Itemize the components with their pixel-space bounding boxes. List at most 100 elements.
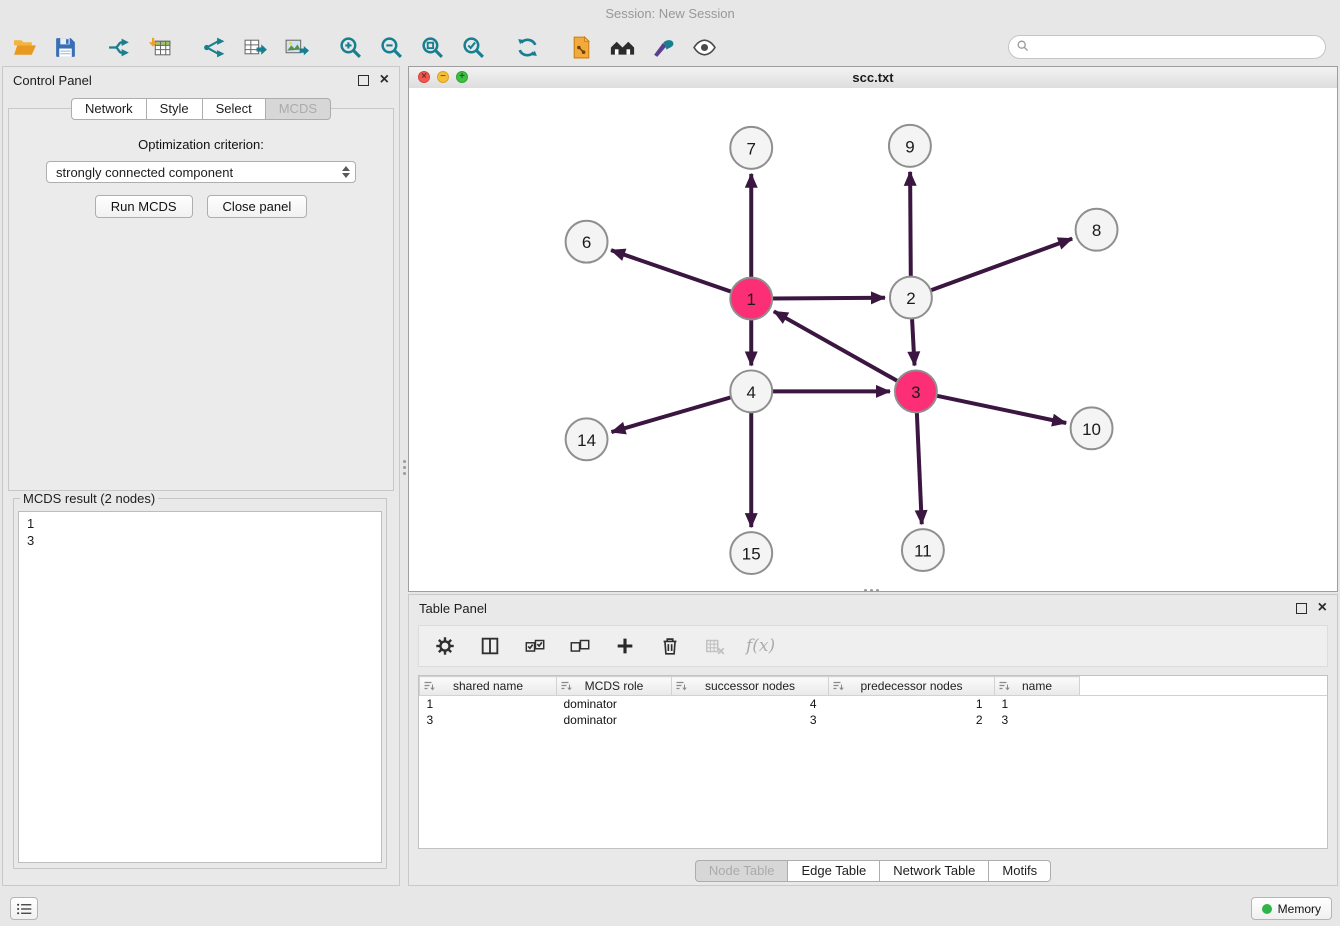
- deselect-all-button[interactable]: [566, 632, 594, 660]
- control-panel-tabs: Network Style Select MCDS: [71, 98, 331, 120]
- optimization-criterion-label: Optimization criterion:: [9, 137, 393, 152]
- maximize-window-icon[interactable]: +: [456, 71, 468, 83]
- column-header-predecessor-nodes[interactable]: predecessor nodes: [829, 677, 995, 696]
- close-window-icon[interactable]: ×: [418, 71, 430, 83]
- graph-node-2[interactable]: 2: [890, 277, 932, 319]
- edge-1-6[interactable]: [611, 250, 731, 292]
- table-cell[interactable]: 3: [672, 712, 829, 728]
- export-image-button[interactable]: [282, 33, 310, 61]
- network-window: × − + scc.txt 7968124310141511: [408, 66, 1338, 592]
- column-header-mcds-role[interactable]: MCDS role: [557, 677, 672, 696]
- table-settings-button[interactable]: [431, 632, 459, 660]
- export-image-icon: [284, 35, 309, 60]
- graph-node-10[interactable]: 10: [1071, 407, 1113, 449]
- table-cell[interactable]: 1: [420, 696, 557, 713]
- create-column-button[interactable]: [611, 632, 639, 660]
- minimize-window-icon[interactable]: −: [437, 71, 449, 83]
- mcds-result-list[interactable]: 1 3: [18, 511, 382, 863]
- graph-node-3[interactable]: 3: [895, 370, 937, 412]
- export-table-button[interactable]: [241, 33, 269, 61]
- deselect-all-icon: [569, 635, 591, 657]
- table-cell[interactable]: 3: [995, 712, 1080, 728]
- tab-mcds[interactable]: MCDS: [266, 98, 331, 120]
- zoom-fit-button[interactable]: [418, 33, 446, 61]
- close-table-panel-icon[interactable]: ×: [1318, 601, 1327, 615]
- edge-2-8[interactable]: [931, 239, 1073, 291]
- table-cell[interactable]: 1: [829, 696, 995, 713]
- import-network-button[interactable]: [105, 33, 133, 61]
- tab-style[interactable]: Style: [147, 98, 203, 120]
- select-all-button[interactable]: [521, 632, 549, 660]
- table-cell[interactable]: dominator: [557, 712, 672, 728]
- mcds-result-title: MCDS result (2 nodes): [20, 491, 158, 506]
- network-canvas[interactable]: 7 9 6 8 1 2 4 3 10 14 15 11: [409, 88, 1337, 591]
- graph-node-9[interactable]: 9: [889, 125, 931, 167]
- table-row[interactable]: 3dominator323: [420, 712, 1328, 728]
- window-titlebar: Session: New Session: [0, 0, 1340, 28]
- tab-node-table[interactable]: Node Table: [695, 860, 789, 882]
- float-panel-icon[interactable]: [358, 75, 369, 86]
- edge-3-11[interactable]: [917, 412, 922, 524]
- import-table-icon: [148, 35, 173, 60]
- graph-node-4[interactable]: 4: [730, 370, 772, 412]
- save-session-button[interactable]: [51, 33, 79, 61]
- first-neighbors-button[interactable]: [567, 33, 595, 61]
- eye-icon: [692, 35, 717, 60]
- sort-icon: [998, 680, 1010, 692]
- nested-networks-button[interactable]: [608, 33, 636, 61]
- tab-network-table[interactable]: Network Table: [880, 860, 989, 882]
- float-table-panel-icon[interactable]: [1296, 603, 1307, 614]
- show-columns-button[interactable]: [476, 632, 504, 660]
- import-table-button[interactable]: [146, 33, 174, 61]
- table-cell[interactable]: dominator: [557, 696, 672, 713]
- table-cell[interactable]: 2: [829, 712, 995, 728]
- graph-node-7[interactable]: 7: [730, 127, 772, 169]
- show-graphics-details-button[interactable]: [690, 33, 718, 61]
- delete-column-button[interactable]: [656, 632, 684, 660]
- optimization-dropdown[interactable]: strongly connected component: [46, 161, 356, 183]
- zoom-out-button[interactable]: [377, 33, 405, 61]
- tab-select[interactable]: Select: [203, 98, 266, 120]
- select-all-icon: [524, 635, 546, 657]
- control-panel-header: Control Panel ×: [3, 67, 399, 93]
- edge-3-1[interactable]: [774, 311, 898, 381]
- graph-node-11[interactable]: 11: [902, 529, 944, 571]
- close-panel-button[interactable]: Close panel: [207, 195, 308, 218]
- table-cell[interactable]: 1: [995, 696, 1080, 713]
- open-file-button[interactable]: [10, 33, 38, 61]
- graph-node-6[interactable]: 6: [566, 221, 608, 263]
- vertical-splitter-handle[interactable]: [401, 452, 407, 482]
- zoom-out-icon: [379, 35, 404, 60]
- column-header-name[interactable]: name: [995, 677, 1080, 696]
- style-brush-button[interactable]: [649, 33, 677, 61]
- table-cell[interactable]: 4: [672, 696, 829, 713]
- tab-network[interactable]: Network: [71, 98, 147, 120]
- tab-edge-table[interactable]: Edge Table: [788, 860, 880, 882]
- edge-2-9[interactable]: [910, 172, 911, 277]
- export-network-button[interactable]: [200, 33, 228, 61]
- graph-node-15[interactable]: 15: [730, 532, 772, 574]
- edge-4-14[interactable]: [611, 397, 731, 432]
- close-panel-icon[interactable]: ×: [380, 73, 389, 87]
- window-controls: × − +: [418, 71, 468, 83]
- graph-node-14[interactable]: 14: [566, 418, 608, 460]
- task-history-button[interactable]: [10, 897, 38, 920]
- table-cell[interactable]: 3: [420, 712, 557, 728]
- edge-2-3[interactable]: [912, 319, 914, 366]
- memory-button[interactable]: Memory: [1251, 897, 1332, 920]
- column-header-shared-name[interactable]: shared name: [420, 677, 557, 696]
- search-input[interactable]: [1008, 35, 1326, 59]
- edge-1-2[interactable]: [772, 298, 885, 299]
- tab-motifs[interactable]: Motifs: [989, 860, 1051, 882]
- refresh-view-button[interactable]: [513, 33, 541, 61]
- graph-node-1[interactable]: 1: [730, 278, 772, 320]
- table-row[interactable]: 1dominator411: [420, 696, 1328, 713]
- zoom-in-button[interactable]: [336, 33, 364, 61]
- horizontal-splitter-handle[interactable]: [859, 587, 883, 593]
- node-label: 7: [747, 139, 756, 158]
- edge-3-10[interactable]: [936, 396, 1066, 423]
- zoom-selected-button[interactable]: [459, 33, 487, 61]
- run-mcds-button[interactable]: Run MCDS: [95, 195, 193, 218]
- column-header-successor-nodes[interactable]: successor nodes: [672, 677, 829, 696]
- graph-node-8[interactable]: 8: [1076, 209, 1118, 251]
